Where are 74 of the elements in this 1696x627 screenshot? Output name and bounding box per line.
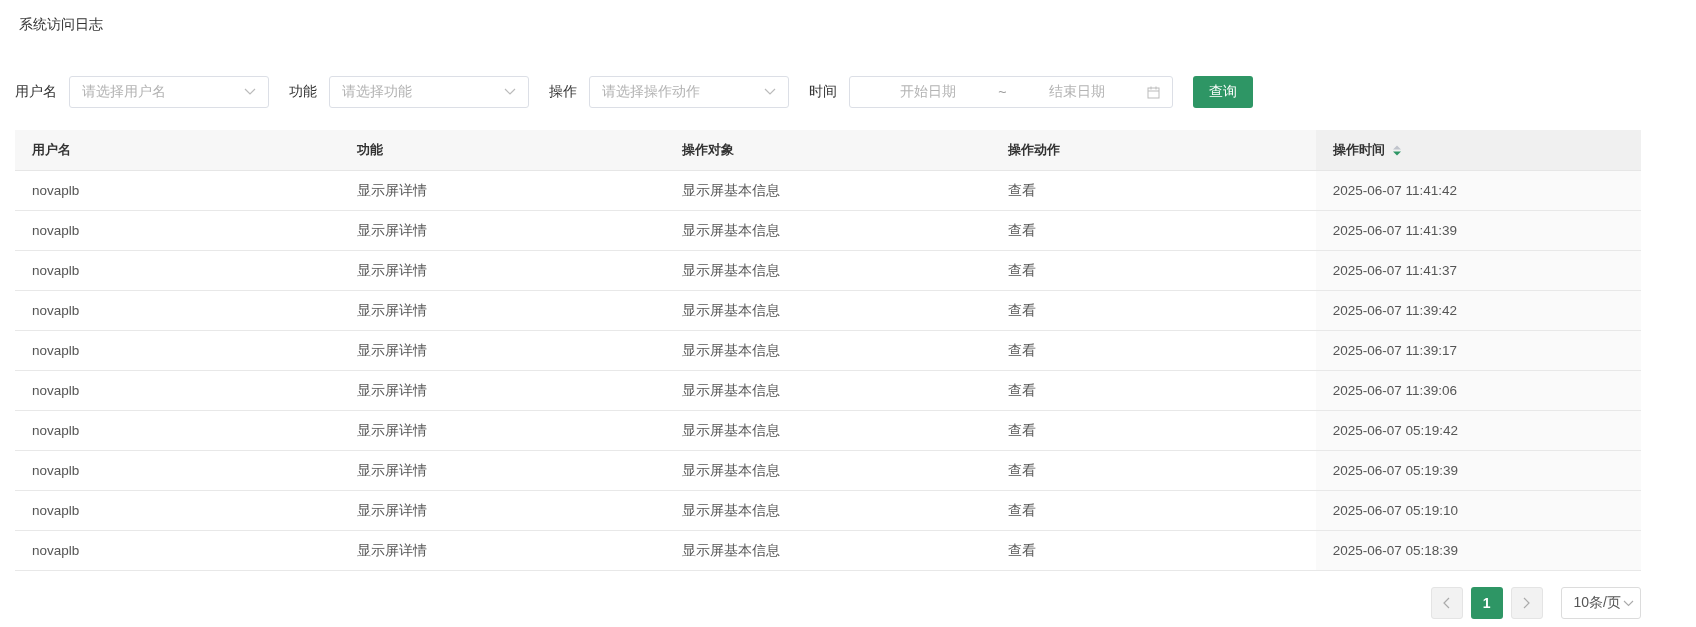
table-cell: 显示屏基本信息 bbox=[682, 422, 781, 438]
table-cell: 显示屏详情 bbox=[357, 302, 428, 318]
table-cell: 显示屏详情 bbox=[357, 502, 428, 518]
column-header[interactable]: 功能 bbox=[357, 141, 384, 159]
page-title: 系统访问日志 bbox=[19, 16, 104, 34]
table-cell: novaplb bbox=[32, 423, 80, 438]
table-cell: 显示屏基本信息 bbox=[682, 222, 781, 238]
table-cell: 查看 bbox=[1007, 382, 1036, 398]
calendar-icon bbox=[1147, 85, 1160, 99]
table-cell: 显示屏基本信息 bbox=[682, 302, 781, 318]
table-cell: 查看 bbox=[1007, 262, 1036, 278]
query-button[interactable]: 查询 bbox=[1193, 76, 1253, 108]
table-cell: 2025-06-07 11:41:42 bbox=[1332, 183, 1458, 198]
table-cell: 显示屏详情 bbox=[357, 382, 428, 398]
table-cell: 2025-06-07 11:41:37 bbox=[1332, 263, 1458, 278]
table-cell: 2025-06-07 11:39:42 bbox=[1332, 303, 1458, 318]
table-cell: 查看 bbox=[1007, 342, 1036, 358]
chevron-down-icon bbox=[244, 88, 256, 96]
table-cell: 显示屏详情 bbox=[357, 462, 428, 478]
table-cell: 查看 bbox=[1007, 182, 1036, 198]
sort-icon[interactable] bbox=[1392, 144, 1401, 156]
table-cell: 2025-06-07 11:41:39 bbox=[1332, 223, 1458, 238]
page-button[interactable]: 1 bbox=[1470, 587, 1503, 619]
table-cell: 显示屏详情 bbox=[357, 542, 428, 558]
column-header[interactable]: 操作动作 bbox=[1007, 141, 1060, 159]
table-cell: 2025-06-07 11:39:17 bbox=[1332, 343, 1458, 358]
end-date-placeholder: 结束日期 bbox=[1048, 83, 1105, 101]
filter-label: 操作 bbox=[549, 83, 577, 101]
table-cell: 显示屏基本信息 bbox=[682, 502, 781, 518]
table-cell: 2025-06-07 05:19:10 bbox=[1332, 503, 1459, 518]
filter-label: 功能 bbox=[289, 83, 317, 101]
filter-label: 时间 bbox=[809, 83, 837, 101]
table-cell: 显示屏基本信息 bbox=[682, 342, 781, 358]
table-cell: 显示屏基本信息 bbox=[682, 262, 781, 278]
chevron-right-icon bbox=[1523, 597, 1531, 609]
chevron-down-icon bbox=[504, 88, 516, 96]
filter-label: 用户名 bbox=[15, 83, 57, 101]
table-cell: 显示屏基本信息 bbox=[682, 182, 781, 198]
chevron-left-icon bbox=[1443, 597, 1451, 609]
page-size-select[interactable]: 10条/页 bbox=[1560, 587, 1641, 619]
table-cell: 显示屏详情 bbox=[357, 342, 428, 358]
table-cell: 2025-06-07 11:39:06 bbox=[1332, 383, 1458, 398]
table-cell: 2025-06-07 05:18:39 bbox=[1332, 543, 1459, 558]
table-cell: novaplb bbox=[32, 263, 80, 278]
table-cell: novaplb bbox=[32, 183, 80, 198]
table-cell: novaplb bbox=[32, 303, 80, 318]
table-cell: novaplb bbox=[32, 503, 80, 518]
table-cell: novaplb bbox=[32, 343, 80, 358]
table-cell: 显示屏详情 bbox=[357, 262, 428, 278]
table-cell: 查看 bbox=[1007, 462, 1036, 478]
table-cell: novaplb bbox=[32, 383, 80, 398]
range-separator: ~ bbox=[998, 84, 1007, 100]
table-cell: 查看 bbox=[1007, 542, 1036, 558]
table-cell: novaplb bbox=[32, 223, 80, 238]
start-date-placeholder: 开始日期 bbox=[900, 83, 956, 101]
table-cell: 显示屏详情 bbox=[357, 182, 428, 198]
chevron-down-icon bbox=[1623, 599, 1634, 607]
table-cell: 2025-06-07 05:19:39 bbox=[1332, 463, 1459, 478]
chevron-down-icon bbox=[764, 88, 776, 96]
table-cell: 查看 bbox=[1007, 222, 1036, 238]
table-cell: 2025-06-07 05:19:42 bbox=[1332, 423, 1459, 438]
table-cell: 显示屏基本信息 bbox=[682, 462, 781, 478]
table-cell: 显示屏基本信息 bbox=[682, 542, 781, 558]
table-cell: 显示屏详情 bbox=[357, 422, 428, 438]
table-cell: novaplb bbox=[32, 463, 80, 478]
table-cell: 查看 bbox=[1007, 302, 1036, 318]
column-header[interactable]: 用户名 bbox=[32, 141, 71, 159]
table-cell: 显示屏基本信息 bbox=[682, 382, 781, 398]
column-header[interactable]: 操作时间 bbox=[1332, 141, 1385, 159]
column-header[interactable]: 操作对象 bbox=[682, 141, 735, 159]
table-cell: 显示屏详情 bbox=[357, 222, 428, 238]
table-cell: 查看 bbox=[1007, 502, 1036, 518]
table-cell: novaplb bbox=[32, 543, 80, 558]
table-cell: 查看 bbox=[1007, 422, 1036, 438]
